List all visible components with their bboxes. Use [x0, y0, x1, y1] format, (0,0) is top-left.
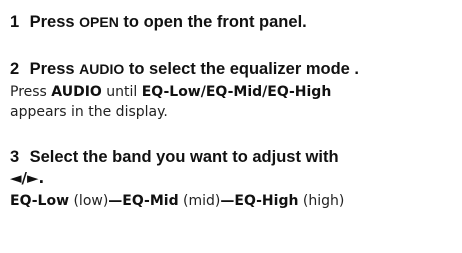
left-right-arrows-icon: ◄/►. — [10, 169, 45, 187]
step-1: 1 Press OPEN to open the front panel. — [10, 12, 460, 33]
step-3: 3 Select the band you want to adjust wit… — [10, 147, 460, 211]
step-1-number: 1 — [10, 13, 20, 31]
step-2-body-end: appears in the display. — [10, 104, 168, 120]
step-2-post: to select the equalizer mode . — [124, 60, 359, 78]
step-1-heading: 1 Press OPEN to open the front panel. — [10, 12, 460, 33]
band-eq-high-desc: (high) — [298, 193, 345, 209]
step-2-number: 2 — [10, 60, 20, 78]
band-eq-mid-desc: (mid) — [178, 193, 221, 209]
step-1-post: to open the front panel. — [118, 13, 307, 31]
step-2-body-pre: Press — [10, 84, 52, 100]
step-3-bands: EQ-Low (low)—EQ-Mid (mid)—EQ-High (high) — [10, 191, 460, 211]
band-separator: — — [220, 193, 235, 209]
step-2-pre: Press — [29, 60, 80, 78]
band-eq-low-desc: (low) — [69, 193, 109, 209]
audio-key-label: AUDIO — [79, 61, 125, 77]
step-2-body: Press AUDIO until EQ-Low/EQ-Mid/EQ-High a… — [10, 82, 460, 122]
band-eq-mid-name: EQ-Mid — [122, 193, 179, 209]
instruction-page: 1 Press OPEN to open the front panel. 2 … — [10, 12, 460, 211]
step-2-heading: 2 Press AUDIO to select the equalizer mo… — [10, 59, 460, 80]
step-2: 2 Press AUDIO to select the equalizer mo… — [10, 59, 460, 122]
step-3-heading: 3 Select the band you want to adjust wit… — [10, 147, 460, 189]
band-eq-low-name: EQ-Low — [10, 193, 70, 209]
step-2-body-mid: until — [101, 84, 142, 100]
band-eq-high-name: EQ-High — [234, 193, 299, 209]
step-3-text: Select the band you want to adjust with — [29, 148, 339, 166]
step-3-number: 3 — [10, 148, 20, 166]
step-1-pre: Press — [29, 13, 80, 31]
eq-modes-label: EQ-Low/EQ-Mid/EQ-High — [141, 84, 332, 100]
band-separator: — — [108, 193, 123, 209]
open-key-label: OPEN — [79, 14, 119, 30]
step-2-body-key: AUDIO — [51, 84, 102, 100]
